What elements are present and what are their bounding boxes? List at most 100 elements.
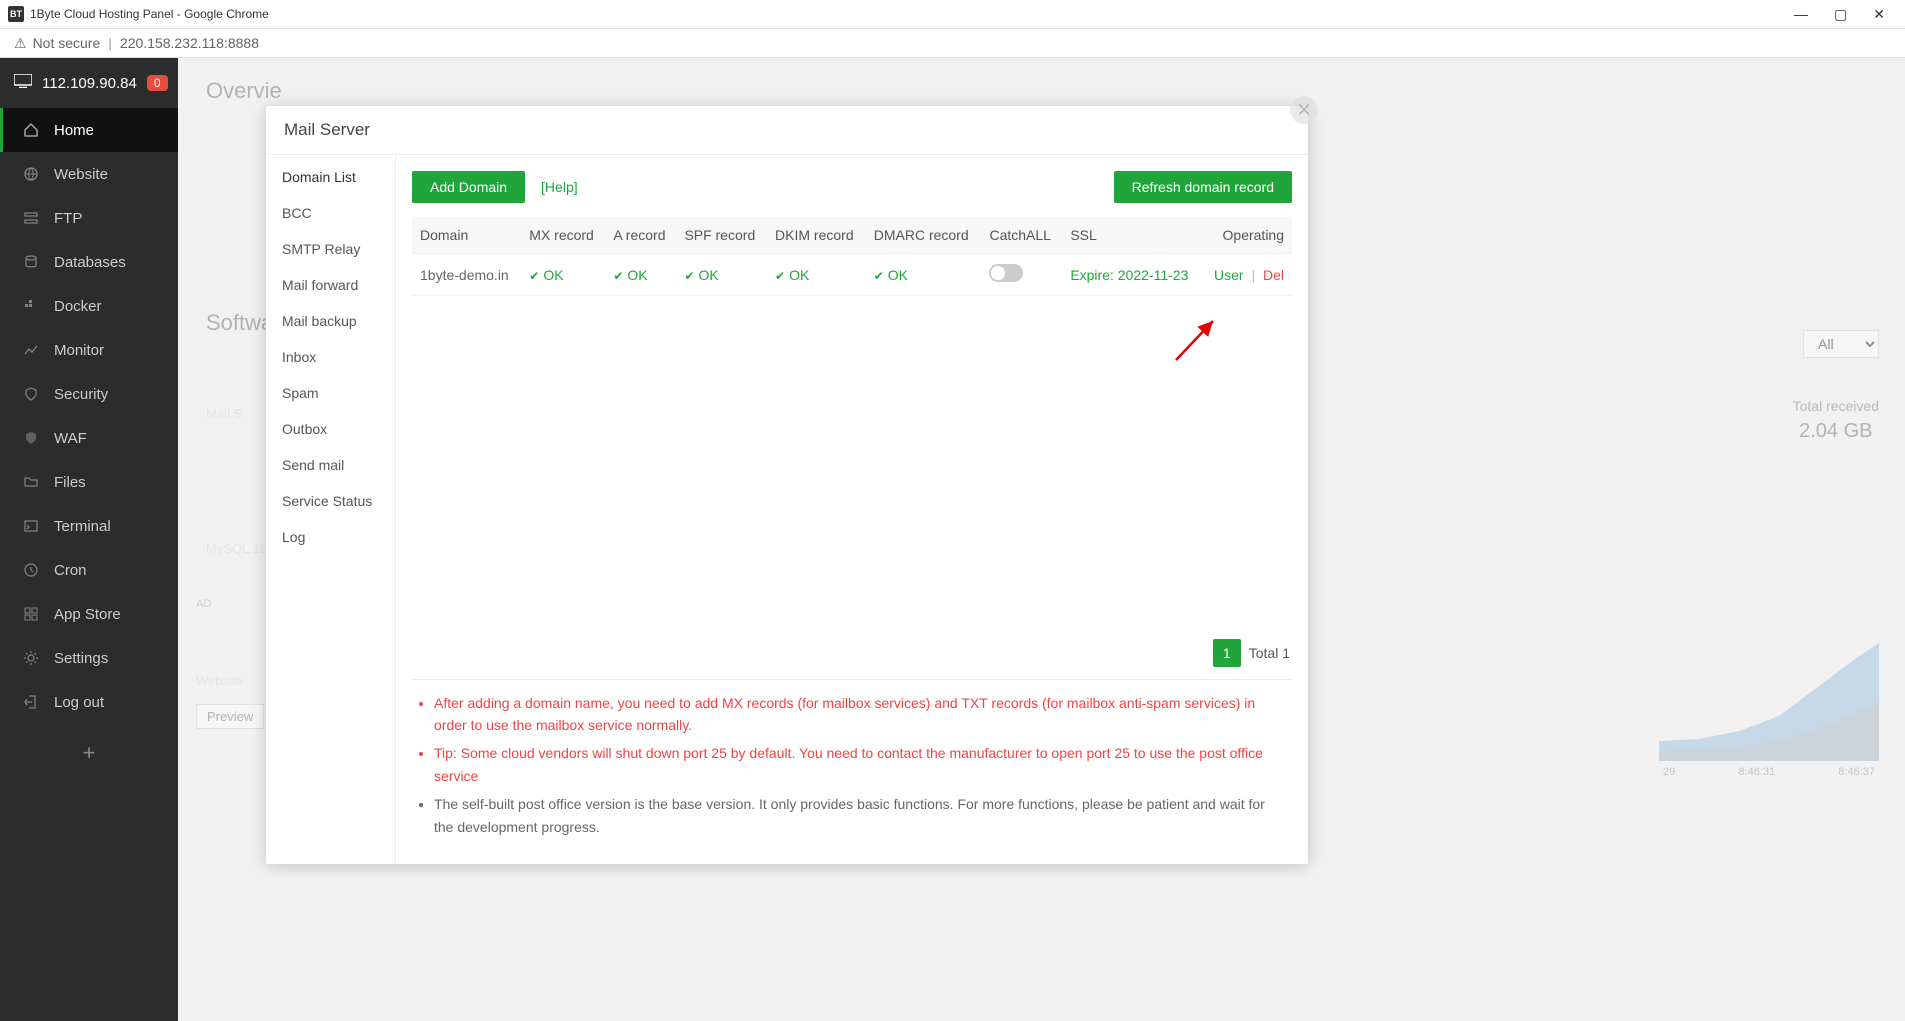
- sidebar-item-monitor[interactable]: Monitor: [0, 328, 178, 372]
- sidebar-item-website[interactable]: Website: [0, 152, 178, 196]
- tip-2: Tip: Some cloud vendors will shut down p…: [434, 742, 1288, 787]
- sidebar-item-logout[interactable]: Log out: [0, 680, 178, 724]
- cell-mx-ok: OK: [529, 267, 563, 283]
- sidebar-item-label: FTP: [54, 210, 82, 227]
- pagination: 1 Total 1: [412, 631, 1292, 679]
- sidebar-item-files[interactable]: Files: [0, 460, 178, 504]
- mail-server-modal: ✕ Mail Server Domain List BCC SMTP Relay…: [266, 106, 1308, 864]
- add-domain-button[interactable]: Add Domain: [412, 171, 525, 203]
- not-secure-label: Not secure: [33, 35, 101, 51]
- shield-icon: [22, 385, 40, 403]
- table-row: 1byte-demo.in OK OK OK OK OK Expire: 202…: [412, 254, 1292, 296]
- refresh-domain-button[interactable]: Refresh domain record: [1114, 171, 1292, 203]
- clock-icon: [22, 561, 40, 579]
- annotation-arrow: [1171, 315, 1221, 365]
- sidebar-header: 112.109.90.84 0: [0, 58, 178, 108]
- modal-content: Add Domain [Help] Refresh domain record …: [396, 155, 1308, 864]
- sidebar-item-label: Files: [54, 474, 86, 491]
- sidebar-item-ftp[interactable]: FTP: [0, 196, 178, 240]
- sidebar-item-label: Docker: [54, 298, 102, 315]
- col-domain: Domain: [412, 217, 521, 254]
- sidebar-item-label: App Store: [54, 606, 121, 623]
- not-secure-icon: ⚠: [14, 35, 27, 52]
- sidebar-item-label: Website: [54, 166, 108, 183]
- modal-tab-mail-backup[interactable]: Mail backup: [266, 303, 395, 339]
- window-controls: — ▢ ✕: [1794, 6, 1897, 23]
- sidebar-item-terminal[interactable]: Terminal: [0, 504, 178, 548]
- modal-close-button[interactable]: ✕: [1290, 96, 1318, 124]
- grid-icon: [22, 605, 40, 623]
- close-icon[interactable]: ✕: [1873, 6, 1885, 23]
- sidebar-item-home[interactable]: Home: [0, 108, 178, 152]
- sidebar-item-app-store[interactable]: App Store: [0, 592, 178, 636]
- modal-tab-mail-forward[interactable]: Mail forward: [266, 267, 395, 303]
- database-icon: [22, 253, 40, 271]
- monitor-icon: [14, 74, 32, 92]
- server-ip: 112.109.90.84: [42, 75, 137, 92]
- separator: |: [1251, 267, 1255, 283]
- col-dkim: DKIM record: [767, 217, 866, 254]
- tip-3: The self-built post office version is th…: [434, 793, 1288, 838]
- sidebar-item-label: Home: [54, 122, 94, 139]
- minimize-icon[interactable]: —: [1794, 6, 1808, 22]
- modal-tab-service-status[interactable]: Service Status: [266, 483, 395, 519]
- modal-tab-smtp-relay[interactable]: SMTP Relay: [266, 231, 395, 267]
- sidebar-item-cron[interactable]: Cron: [0, 548, 178, 592]
- ftp-icon: [22, 209, 40, 227]
- waf-icon: [22, 429, 40, 447]
- col-mx: MX record: [521, 217, 605, 254]
- sidebar-item-waf[interactable]: WAF: [0, 416, 178, 460]
- cell-dkim-ok: OK: [775, 267, 809, 283]
- sidebar-item-security[interactable]: Security: [0, 372, 178, 416]
- home-icon: [22, 121, 40, 139]
- modal-tab-send-mail[interactable]: Send mail: [266, 447, 395, 483]
- sidebar-item-label: Cron: [54, 562, 87, 579]
- sidebar-item-label: Security: [54, 386, 108, 403]
- cell-ssl: Expire: 2022-11-23: [1070, 267, 1188, 283]
- maximize-icon[interactable]: ▢: [1834, 6, 1847, 23]
- sidebar-item-settings[interactable]: Settings: [0, 636, 178, 680]
- col-catchall: CatchALL: [981, 217, 1062, 254]
- help-link[interactable]: [Help]: [541, 179, 578, 195]
- col-operating: Operating: [1202, 217, 1292, 254]
- sidebar-add[interactable]: +: [0, 728, 178, 778]
- col-dmarc: DMARC record: [866, 217, 982, 254]
- sidebar-item-label: WAF: [54, 430, 87, 447]
- modal-tab-log[interactable]: Log: [266, 519, 395, 555]
- modal-tab-spam[interactable]: Spam: [266, 375, 395, 411]
- sidebar-item-label: Log out: [54, 694, 104, 711]
- del-link[interactable]: Del: [1263, 267, 1284, 283]
- sidebar-item-docker[interactable]: Docker: [0, 284, 178, 328]
- gear-icon: [22, 649, 40, 667]
- modal-tab-inbox[interactable]: Inbox: [266, 339, 395, 375]
- col-spf: SPF record: [676, 217, 767, 254]
- main-sidebar: 112.109.90.84 0 Home Website FTP Databas…: [0, 58, 178, 1021]
- tips-section: After adding a domain name, you need to …: [412, 679, 1292, 848]
- cell-domain: 1byte-demo.in: [412, 254, 521, 296]
- sidebar-item-label: Databases: [54, 254, 126, 271]
- close-icon: ✕: [1296, 100, 1311, 121]
- notification-badge[interactable]: 0: [147, 75, 168, 91]
- modal-tab-outbox[interactable]: Outbox: [266, 411, 395, 447]
- page-total: Total 1: [1249, 645, 1290, 661]
- sidebar-item-label: Monitor: [54, 342, 104, 359]
- user-link[interactable]: User: [1214, 267, 1244, 283]
- modal-toolbar: Add Domain [Help] Refresh domain record: [412, 171, 1292, 203]
- favicon: BT: [8, 6, 24, 22]
- modal-tab-bcc[interactable]: BCC: [266, 195, 395, 231]
- modal-title: Mail Server: [266, 106, 1308, 155]
- docker-icon: [22, 297, 40, 315]
- url-text[interactable]: 220.158.232.118:8888: [120, 35, 259, 51]
- page-1-button[interactable]: 1: [1213, 639, 1241, 667]
- catchall-toggle[interactable]: [989, 264, 1023, 282]
- sidebar-item-databases[interactable]: Databases: [0, 240, 178, 284]
- logout-icon: [22, 693, 40, 711]
- modal-tab-domain-list[interactable]: Domain List: [266, 159, 395, 195]
- col-ssl: SSL: [1062, 217, 1202, 254]
- separator: |: [108, 35, 112, 51]
- tip-1: After adding a domain name, you need to …: [434, 692, 1288, 737]
- address-bar: ⚠ Not secure | 220.158.232.118:8888: [0, 28, 1905, 58]
- terminal-icon: [22, 517, 40, 535]
- window-titlebar: BT 1Byte Cloud Hosting Panel - Google Ch…: [0, 0, 1905, 28]
- folder-icon: [22, 473, 40, 491]
